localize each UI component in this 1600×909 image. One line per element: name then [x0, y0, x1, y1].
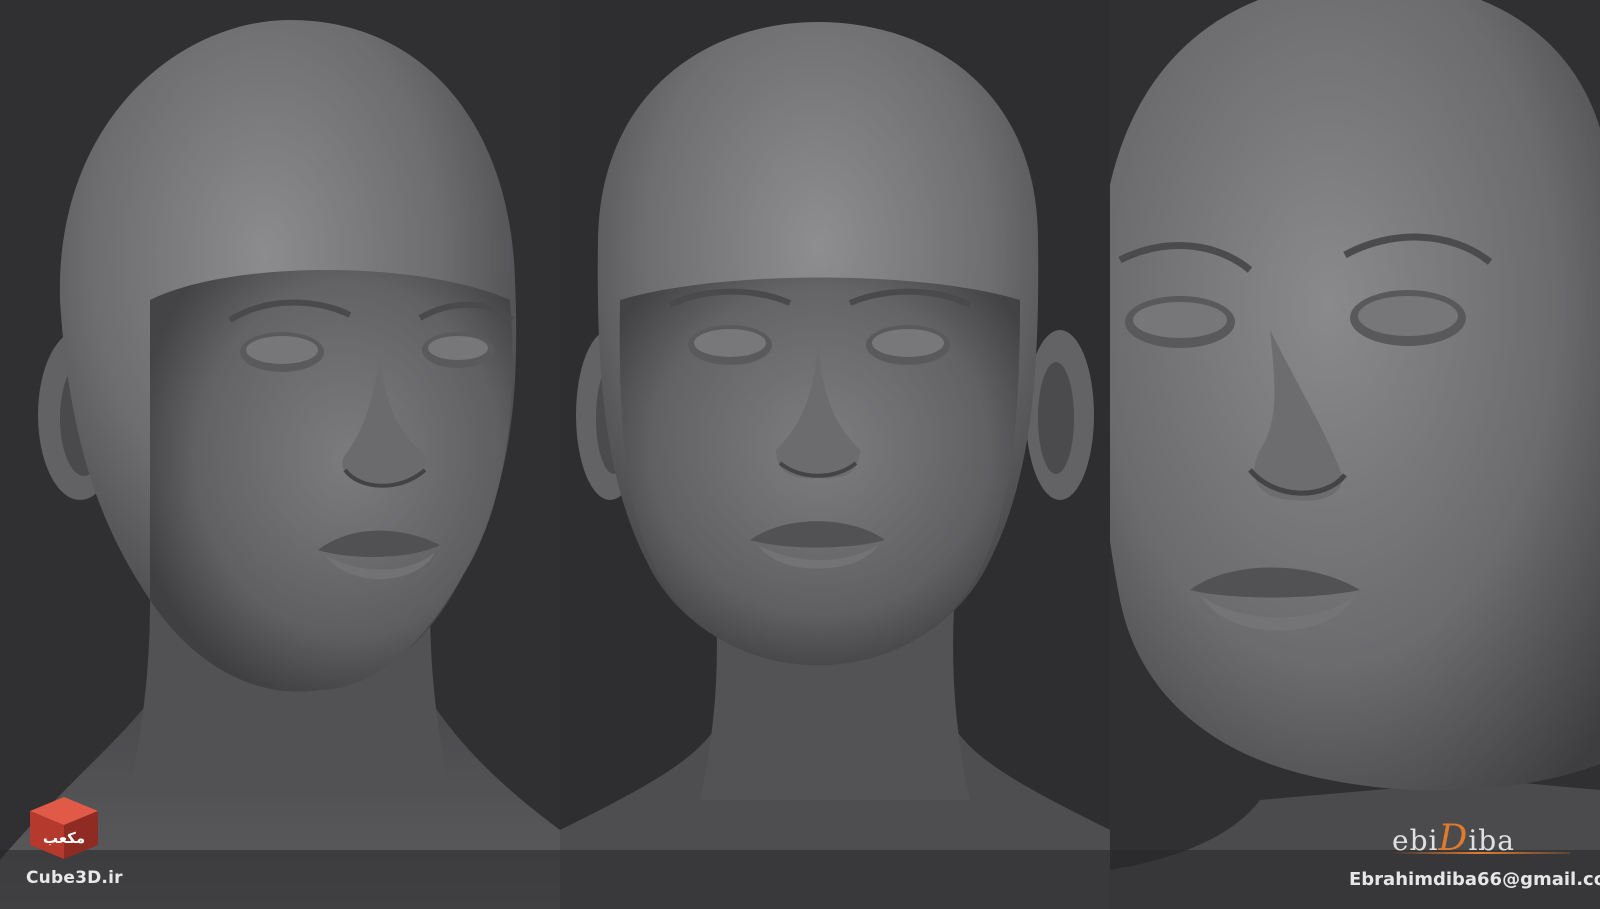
artist-email: Ebrahimdiba66@gmail.com [1349, 869, 1600, 890]
site-label: Cube3D.ir [26, 868, 123, 888]
head-shape [1110, 0, 1600, 791]
cube-logo-icon: مکعب [26, 795, 102, 861]
head-render-front [560, 0, 1110, 909]
head-render-closeup [1110, 0, 1600, 909]
head-render-three-quarter [0, 0, 560, 909]
render-sheet: مکعب Cube3D.ir ebiDiba Ebrahimdiba66@gma… [0, 0, 1600, 909]
logo-script: مکعب [43, 829, 85, 847]
signature-underline [1390, 852, 1570, 854]
